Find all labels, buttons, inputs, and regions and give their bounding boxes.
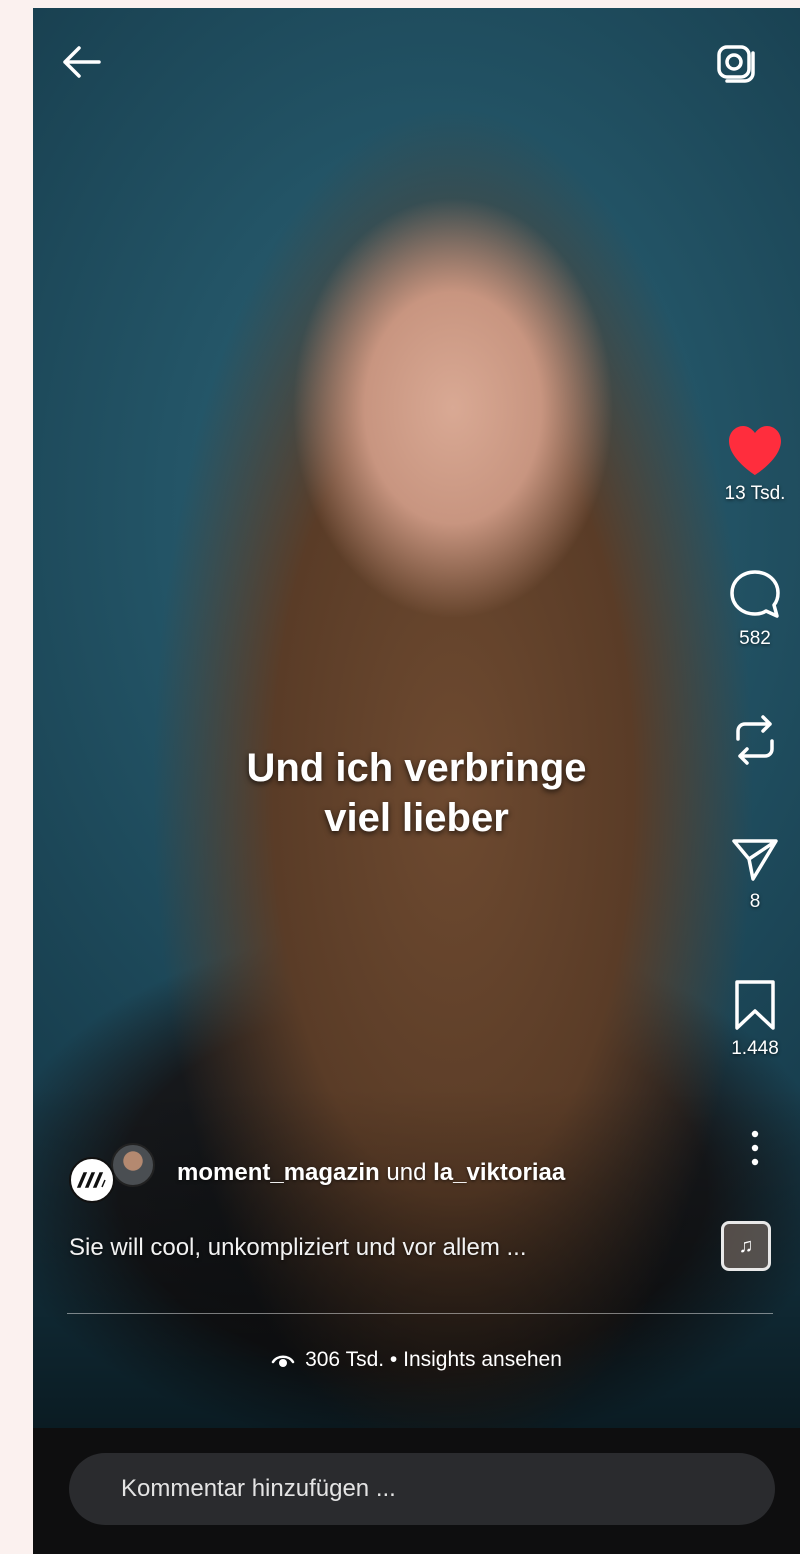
- post-description[interactable]: Sie will cool, unkompliziert und vor all…: [69, 1234, 527, 1262]
- caption-line-2: viel lieber: [324, 796, 509, 840]
- eye-icon: [271, 1351, 295, 1375]
- comment-placeholder: Kommentar hinzufügen ...: [121, 1475, 396, 1502]
- camera-icon: [717, 45, 755, 83]
- arrow-left-icon: [63, 46, 101, 78]
- camera-button[interactable]: [713, 38, 761, 86]
- repost-icon: [736, 715, 774, 765]
- more-options-button[interactable]: [710, 1128, 800, 1168]
- author-row[interactable]: moment_magazin und la_viktoriaa: [69, 1143, 565, 1203]
- reel-viewer: Und ich verbringe viel lieber 13 Tsd. 58…: [33, 8, 800, 1554]
- collaborator-username[interactable]: la_viktoriaa: [433, 1159, 565, 1186]
- comment-button[interactable]: 582: [710, 568, 800, 650]
- audio-button[interactable]: ♫: [721, 1221, 771, 1271]
- repost-button[interactable]: [710, 713, 800, 767]
- more-vertical-icon: [751, 1130, 759, 1166]
- insights-label: Insights ansehen: [403, 1348, 562, 1371]
- insights-link[interactable]: 306 Tsd. • Insights ansehen: [33, 1348, 800, 1375]
- music-note-icon: ♫: [738, 1234, 754, 1257]
- collaborator-avatar: [111, 1143, 155, 1187]
- share-count: 8: [749, 891, 761, 912]
- send-icon: [732, 839, 778, 881]
- divider: [67, 1313, 773, 1314]
- save-count: 1.448: [731, 1038, 779, 1059]
- share-button[interactable]: 8: [710, 833, 800, 913]
- video-caption: Und ich verbringe viel lieber: [33, 743, 800, 843]
- author-username[interactable]: moment_magazin: [177, 1159, 380, 1186]
- comment-count: 582: [739, 628, 771, 649]
- heart-icon: [729, 426, 781, 475]
- author-names: moment_magazin und la_viktoriaa: [177, 1159, 565, 1187]
- caption-line-1: Und ich verbringe: [246, 746, 587, 790]
- back-button[interactable]: [57, 38, 105, 86]
- comment-input[interactable]: Kommentar hinzufügen ...: [69, 1453, 775, 1525]
- like-count: 13 Tsd.: [724, 483, 786, 504]
- avatar-stack[interactable]: [69, 1143, 155, 1203]
- insights-separator: •: [384, 1348, 404, 1371]
- comment-bubble-icon: [730, 570, 780, 618]
- like-button[interactable]: 13 Tsd.: [710, 423, 800, 505]
- view-count: 306 Tsd.: [305, 1348, 385, 1371]
- brand-logo: [76, 1172, 106, 1188]
- bookmark-icon: [735, 980, 775, 1030]
- save-button[interactable]: 1.448: [710, 978, 800, 1060]
- author-avatar: [69, 1157, 115, 1203]
- author-joiner: und: [379, 1159, 434, 1186]
- comment-bar: Kommentar hinzufügen ...: [33, 1428, 800, 1554]
